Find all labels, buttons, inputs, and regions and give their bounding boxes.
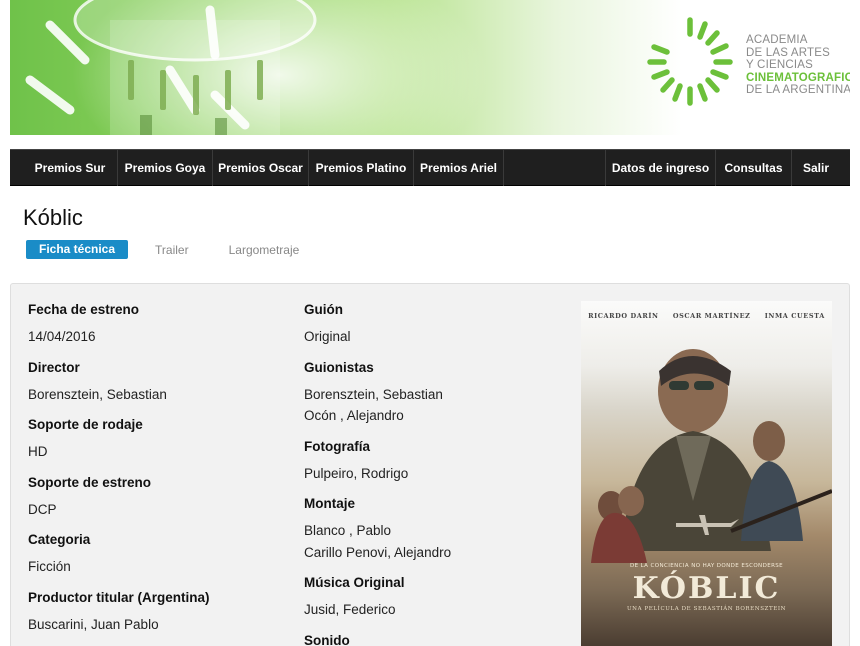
field-label: Director (28, 359, 80, 375)
poster-title: KÓBLIC (632, 571, 781, 606)
details-column-1: Fecha de estreno 14/04/2016 Director Bor… (28, 302, 210, 646)
field-guionistas: Guionistas Borensztein, Sebastian Ocón ,… (304, 360, 451, 427)
academy-logo-icon (647, 17, 733, 106)
field-montaje: Montaje Blanco , Pablo Carillo Penovi, A… (304, 496, 451, 563)
field-soporte-rodaje: Soporte de rodaje HD (28, 417, 210, 463)
field-soporte-estreno: Soporte de estreno DCP (28, 475, 210, 521)
field-value: Original (304, 329, 351, 344)
nav-salir[interactable]: Salir (791, 150, 840, 186)
field-guion: Guión Original (304, 302, 451, 348)
nav-premios-ariel[interactable]: Premios Ariel (414, 150, 504, 186)
tab-largometraje[interactable]: Largometraje (229, 243, 300, 257)
field-label: Productor titular (Argentina) (28, 589, 210, 605)
field-value: Ficción (28, 559, 71, 574)
field-value: Ocón , Alejandro (304, 408, 404, 423)
logo-line: Y CIENCIAS (746, 59, 813, 71)
field-fecha-estreno: Fecha de estreno 14/04/2016 (28, 302, 210, 348)
poster-subtitle: UNA PELÍCULA DE SEBASTIÁN BORENSZTEIN (626, 606, 787, 612)
field-value: Borensztein, Sebastian (28, 386, 167, 402)
field-musica-original: Música Original Jusid, Federico (304, 575, 451, 621)
tab-trailer[interactable]: Trailer (155, 243, 189, 257)
poster-tagline: DE LA CONCIENCIA NO HAY DONDE ESCONDERSE (629, 563, 784, 569)
logo-line: DE LAS ARTES (746, 46, 831, 59)
nav-consultas[interactable]: Consultas (715, 150, 791, 186)
nav-premios-oscar[interactable]: Premios Oscar (213, 150, 309, 186)
nav-datos-de-ingreso[interactable]: Datos de ingreso (605, 150, 715, 186)
field-value: Jusid, Federico (304, 602, 396, 617)
field-label: Categoria (28, 532, 91, 547)
field-director: Director Borensztein, Sebastian (28, 360, 210, 406)
field-value: HD (28, 444, 48, 459)
film-reel-graphic (25, 0, 317, 135)
field-label: Soporte de rodaje (28, 417, 143, 432)
main-nav: Premios Sur Premios Goya Premios Oscar P… (10, 149, 850, 186)
field-productor-titular: Productor titular (Argentina) Buscarini,… (28, 590, 210, 636)
field-categoria: Categoria Ficción (28, 532, 210, 578)
logo-line: CINEMATOGRAFICAS (746, 71, 850, 84)
field-value: Borensztein, Sebastian (304, 386, 443, 402)
field-label: Sonido (304, 632, 350, 646)
tab-ficha-tecnica[interactable]: Ficha técnica (26, 240, 129, 259)
nav-premios-sur[interactable]: Premios Sur (23, 150, 118, 186)
movie-poster: RICARDO DARÍN OSCAR MARTÍNEZ INMA CUESTA… (581, 301, 832, 646)
field-label: Fecha de estreno (28, 302, 140, 317)
movie-tabs: Ficha técnica Trailer Largometraje (26, 240, 339, 259)
field-value: Pulpeiro, Rodrigo (304, 465, 409, 481)
field-value: Carillo Penovi, Alejandro (304, 544, 452, 560)
page-title: Kóblic (23, 205, 83, 230)
header-banner: ACADEMIA DE LAS ARTES Y CIENCIAS CINEMAT… (10, 0, 850, 135)
logo-line: DE LA ARGENTINA (746, 84, 850, 96)
field-value: Blanco , Pablo (304, 523, 392, 538)
field-value: Buscarini, Juan Pablo (28, 616, 159, 632)
nav-right-group: Datos de ingreso Consultas Salir (605, 150, 840, 186)
logo-line: ACADEMIA (746, 34, 808, 46)
details-panel: Fecha de estreno 14/04/2016 Director Bor… (10, 283, 850, 646)
field-fotografia: Fotografía Pulpeiro, Rodrigo (304, 439, 451, 485)
nav-left-group: Premios Sur Premios Goya Premios Oscar P… (23, 150, 504, 186)
academy-logo-text: ACADEMIA DE LAS ARTES Y CIENCIAS CINEMAT… (746, 34, 850, 97)
field-label: Montaje (304, 496, 356, 511)
nav-premios-goya[interactable]: Premios Goya (118, 150, 213, 186)
field-label: Guión (304, 302, 343, 317)
field-label: Soporte de estreno (28, 474, 152, 490)
field-label: Guionistas (304, 359, 374, 375)
details-column-2: Guión Original Guionistas Borensztein, S… (304, 302, 451, 646)
field-sonido: Sonido (304, 633, 451, 646)
field-value: 14/04/2016 (28, 329, 96, 344)
nav-premios-platino[interactable]: Premios Platino (309, 150, 414, 186)
field-value: DCP (28, 501, 57, 517)
field-label: Fotografía (304, 438, 370, 454)
field-label: Música Original (304, 575, 405, 590)
